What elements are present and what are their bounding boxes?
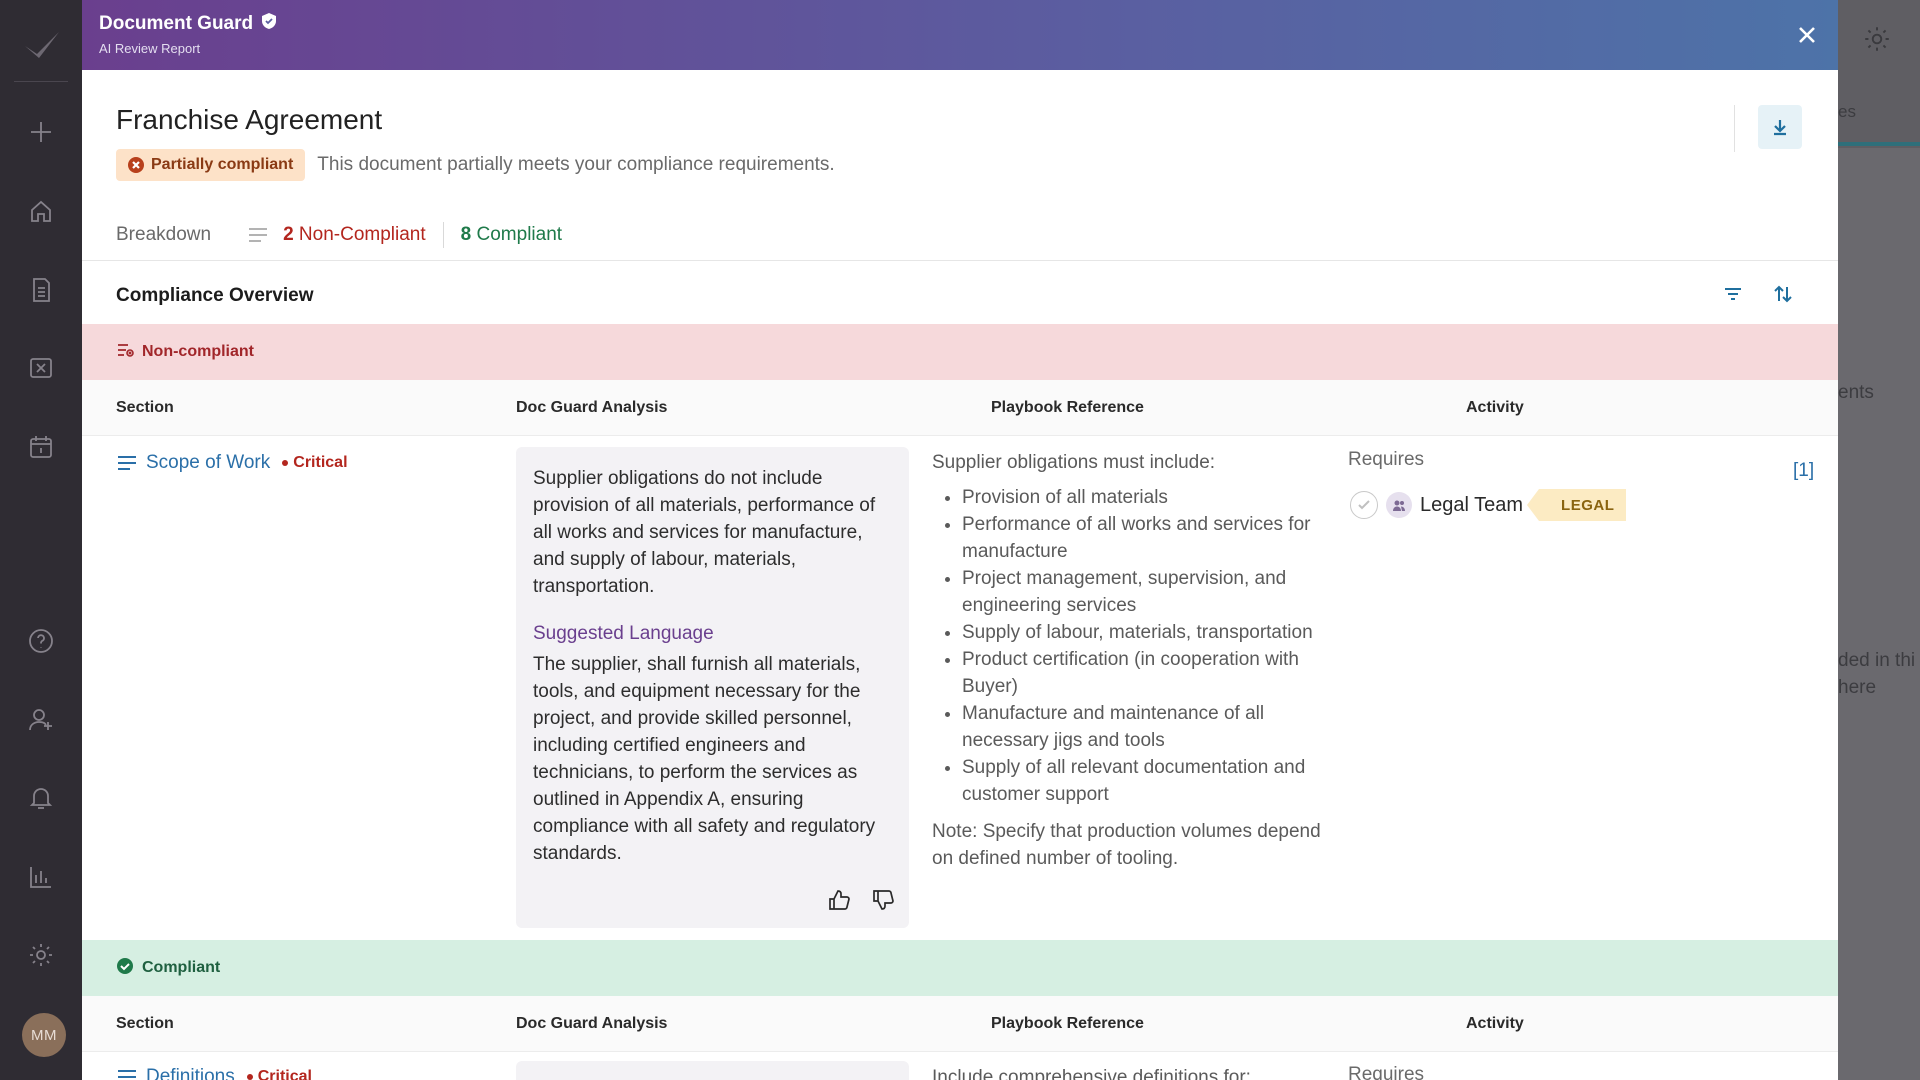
list-item: Product certification (in cooperation wi… xyxy=(962,646,1332,700)
document-icon[interactable] xyxy=(27,276,55,304)
list-item: Supply of labour, materials, transportat… xyxy=(962,619,1332,646)
check-circle-icon xyxy=(116,957,134,980)
approve-check-icon[interactable] xyxy=(1350,491,1378,519)
divider xyxy=(1734,105,1735,152)
list-item: Supply of all relevant documentation and… xyxy=(962,754,1332,808)
list-icon xyxy=(247,226,269,244)
playbook-intro: Include comprehensive definitions for: xyxy=(932,1067,1251,1080)
section-list-icon xyxy=(118,1070,136,1078)
table-header: Section Doc Guard Analysis Playbook Refe… xyxy=(82,380,1838,436)
section-list-icon xyxy=(118,456,136,470)
bell-icon[interactable] xyxy=(27,784,55,812)
plus-icon[interactable] xyxy=(27,118,55,146)
breakdown-summary: Breakdown 2 Non-Compliant 8 Compliant xyxy=(116,222,562,248)
table-row: Definitions Critical Include comprehensi… xyxy=(82,1052,1838,1080)
activity-label: Requires xyxy=(1348,449,1425,470)
sort-icon[interactable] xyxy=(1772,283,1794,305)
suggested-language-text: The supplier, shall furnish all material… xyxy=(533,654,876,864)
background-empty-text: ded in thi xyxy=(1838,650,1916,671)
assignee-row: Legal Team LEGAL xyxy=(1350,489,1627,521)
document-title: Franchise Agreement xyxy=(116,104,383,135)
background-dropdown-label: ents xyxy=(1838,382,1874,403)
close-icon[interactable] xyxy=(1794,22,1820,48)
background-tab-indicator xyxy=(1838,142,1920,146)
background-tab-label: es xyxy=(1838,102,1856,121)
divider xyxy=(442,222,444,248)
gear-icon[interactable] xyxy=(27,941,55,969)
status-description: This document partially meets your compl… xyxy=(317,154,835,175)
calendar-icon[interactable] xyxy=(27,433,55,461)
download-icon xyxy=(1774,120,1786,136)
filter-icon[interactable] xyxy=(1722,283,1744,305)
home-icon[interactable] xyxy=(27,197,55,225)
severity-badge: Critical xyxy=(282,454,347,472)
breakdown-label: Breakdown xyxy=(116,224,212,245)
status-badge: Partially compliant xyxy=(116,149,306,181)
help-icon[interactable] xyxy=(27,627,55,655)
analysis-card: Supplier obligations do not include prov… xyxy=(516,447,909,928)
column-analysis: Doc Guard Analysis xyxy=(516,399,668,416)
team-icon xyxy=(1386,492,1412,518)
shield-icon xyxy=(261,12,277,36)
column-playbook: Playbook Reference xyxy=(991,399,1144,416)
settings-gear-icon[interactable] xyxy=(1862,24,1892,54)
status-row: Partially compliant This document partia… xyxy=(116,149,835,181)
column-analysis: Doc Guard Analysis xyxy=(516,1015,668,1032)
review-report-modal: Document Guard AI Review Report Franchis… xyxy=(82,0,1838,1080)
list-item: Manufacture and maintenance of all neces… xyxy=(962,700,1332,754)
playbook-list: Provision of all materials Performance o… xyxy=(962,484,1332,808)
modal-title: Document Guard xyxy=(99,12,277,36)
playbook-reference: Supplier obligations must include: Provi… xyxy=(932,449,1332,872)
section-link[interactable]: Definitions Critical xyxy=(116,1066,312,1080)
overview-title: Compliance Overview xyxy=(116,285,314,306)
thumbs-down-icon[interactable] xyxy=(871,888,895,912)
review-icon[interactable] xyxy=(27,354,55,382)
legal-tag: LEGAL xyxy=(1526,489,1627,521)
column-section: Section xyxy=(116,1015,174,1032)
reference-link[interactable]: [1] xyxy=(1793,460,1814,482)
noncompliant-count[interactable]: 2 Non-Compliant xyxy=(283,224,426,246)
column-playbook: Playbook Reference xyxy=(991,1015,1144,1032)
playbook-intro: Supplier obligations must include: xyxy=(932,452,1216,473)
table-header: Section Doc Guard Analysis Playbook Refe… xyxy=(82,996,1838,1052)
severity-badge: Critical xyxy=(247,1068,312,1080)
modal-subtitle: AI Review Report xyxy=(99,41,201,56)
sidebar-divider xyxy=(14,81,68,82)
thumbs-up-icon[interactable] xyxy=(827,888,851,912)
add-user-icon[interactable] xyxy=(27,706,55,734)
error-icon xyxy=(128,157,144,173)
playbook-note: Note: Specify that production volumes de… xyxy=(932,821,1321,869)
column-activity: Activity xyxy=(1466,1015,1524,1032)
background-empty-text-2: here xyxy=(1838,677,1877,698)
background-content xyxy=(1838,148,1920,1080)
column-section: Section xyxy=(116,399,174,416)
chart-icon[interactable] xyxy=(27,863,55,891)
analysis-card xyxy=(516,1061,909,1080)
compliant-count[interactable]: 8 Compliant xyxy=(461,224,562,246)
table-row: Scope of Work Critical Supplier obligati… xyxy=(82,436,1838,940)
section-link[interactable]: Scope of Work Critical xyxy=(116,452,348,474)
logo-icon[interactable] xyxy=(22,28,62,62)
list-item: Performance of all works and services fo… xyxy=(962,511,1332,565)
download-button[interactable] xyxy=(1758,105,1802,149)
avatar[interactable]: MM xyxy=(22,1013,66,1057)
modal-header: Document Guard AI Review Report xyxy=(82,0,1838,70)
analysis-text: Supplier obligations do not include prov… xyxy=(533,468,876,597)
list-item: Provision of all materials xyxy=(962,484,1332,511)
suggested-language-heading: Suggested Language xyxy=(533,623,714,644)
list-item: Project management, supervision, and eng… xyxy=(962,565,1332,619)
activity-label: Requires xyxy=(1348,1064,1425,1080)
noncompliant-list-icon xyxy=(116,341,134,364)
noncompliant-group-header[interactable]: Non-compliant xyxy=(82,324,1838,380)
column-activity: Activity xyxy=(1466,399,1524,416)
app-sidebar: MM xyxy=(0,0,82,1080)
compliant-group-header[interactable]: Compliant xyxy=(82,940,1838,996)
compliance-overview-header: Compliance Overview xyxy=(82,260,1838,324)
assignee-name: Legal Team xyxy=(1420,493,1524,516)
